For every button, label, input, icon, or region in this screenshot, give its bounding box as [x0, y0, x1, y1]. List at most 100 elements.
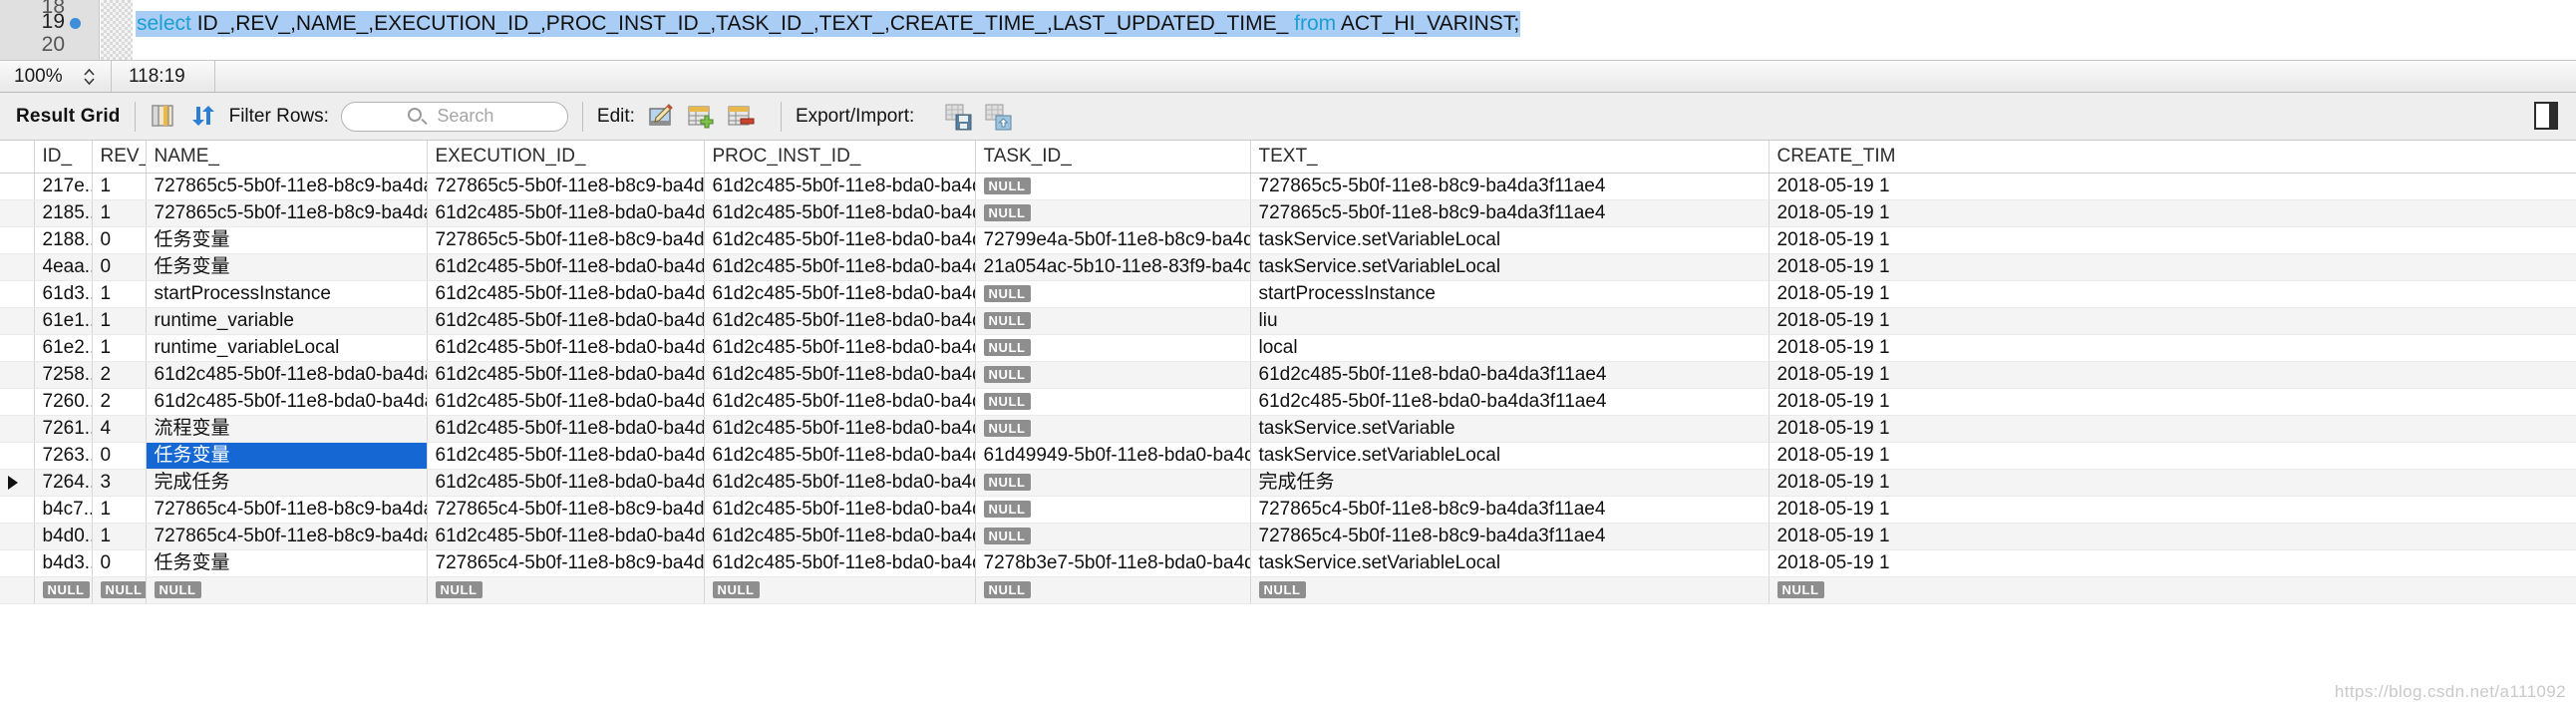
- cell-task-id[interactable]: 72799e4a-5b0f-11e8-b8c9-ba4da3f11ae4: [975, 226, 1251, 254]
- export-recordset-icon[interactable]: [944, 103, 974, 131]
- row-marker-cell[interactable]: [0, 361, 35, 389]
- cell-name-selected[interactable]: 任务变量: [146, 442, 428, 470]
- cell-rev[interactable]: 1: [92, 307, 147, 335]
- cell-task-id[interactable]: NULL: [975, 334, 1251, 362]
- result-grid[interactable]: ID_ REV_ NAME_ EXECUTION_ID_ PROC_INST_I…: [0, 141, 2576, 710]
- table-row[interactable]: b4c7...1727865c4-5b0f-11e8-b8c9-ba4da3f1…: [0, 496, 2576, 524]
- cell-id[interactable]: 7258...: [34, 361, 93, 389]
- cell-id[interactable]: NULL: [34, 576, 93, 604]
- sql-statement-line[interactable]: select ID_,REV_,NAME_,EXECUTION_ID_,PROC…: [136, 11, 1521, 37]
- cell-execution-id[interactable]: 61d2c485-5b0f-11e8-bda0-ba4da3f11ae4: [427, 280, 705, 308]
- cell-id[interactable]: 2185...: [34, 199, 93, 227]
- cell-execution-id[interactable]: 61d2c485-5b0f-11e8-bda0-ba4da3f11ae4: [427, 253, 705, 281]
- cell-id[interactable]: 61d3...: [34, 280, 93, 308]
- cell-rev[interactable]: 1: [92, 334, 147, 362]
- grid-view-icon[interactable]: [150, 103, 179, 131]
- cell-text[interactable]: startProcessInstance: [1250, 280, 1770, 308]
- cell-name[interactable]: 任务变量: [146, 226, 428, 254]
- cell-execution-id[interactable]: 61d2c485-5b0f-11e8-bda0-ba4da3f11ae4: [427, 469, 705, 497]
- cell-execution-id[interactable]: NULL: [427, 576, 705, 604]
- cell-task-id[interactable]: NULL: [975, 173, 1251, 200]
- cell-text[interactable]: 727865c5-5b0f-11e8-b8c9-ba4da3f11ae4: [1250, 199, 1770, 227]
- cell-rev[interactable]: 4: [92, 415, 147, 443]
- cell-rev[interactable]: 1: [92, 173, 147, 200]
- cell-create-time[interactable]: 2018-05-19 1: [1769, 334, 2576, 362]
- cell-name[interactable]: NULL: [146, 576, 428, 604]
- cell-text[interactable]: liu: [1250, 307, 1770, 335]
- cell-task-id[interactable]: NULL: [975, 388, 1251, 416]
- table-row[interactable]: 7258...261d2c485-5b0f-11e8-bda0-ba4da3f1…: [0, 361, 2576, 389]
- cell-text[interactable]: 727865c5-5b0f-11e8-b8c9-ba4da3f11ae4: [1250, 173, 1770, 200]
- cell-rev[interactable]: 0: [92, 253, 147, 281]
- row-marker-cell[interactable]: [0, 442, 35, 470]
- cell-id[interactable]: 7263...: [34, 442, 93, 470]
- row-marker-cell[interactable]: [0, 253, 35, 281]
- cell-name[interactable]: 流程变量: [146, 415, 428, 443]
- cell-execution-id[interactable]: 727865c4-5b0f-11e8-b8c9-ba4da3f11ae4: [427, 549, 705, 577]
- cell-proc-inst-id[interactable]: NULL: [704, 576, 976, 604]
- cell-proc-inst-id[interactable]: 61d2c485-5b0f-11e8-bda0-ba4da3f11ae4: [704, 199, 976, 227]
- column-header-id[interactable]: ID_: [34, 141, 93, 174]
- column-header-task-id[interactable]: TASK_ID_: [975, 141, 1251, 174]
- insert-row-icon[interactable]: [687, 103, 717, 131]
- cell-proc-inst-id[interactable]: 61d2c485-5b0f-11e8-bda0-ba4da3f11ae4: [704, 496, 976, 524]
- table-row[interactable]: 2188...0任务变量727865c5-5b0f-11e8-b8c9-ba4d…: [0, 226, 2576, 254]
- cell-name[interactable]: 61d2c485-5b0f-11e8-bda0-ba4da3f11ae4_rL: [146, 361, 428, 389]
- cell-text[interactable]: taskService.setVariableLocal: [1250, 442, 1770, 470]
- column-header-name[interactable]: NAME_: [146, 141, 428, 174]
- cell-text[interactable]: 完成任务: [1250, 469, 1770, 497]
- edit-row-icon[interactable]: [647, 103, 677, 131]
- sql-editor[interactable]: 18 19 20 select ID_,REV_,NAME_,EXECUTION…: [0, 0, 2576, 60]
- cell-rev[interactable]: 1: [92, 199, 147, 227]
- column-header-rev[interactable]: REV_: [92, 141, 147, 174]
- cell-create-time[interactable]: 2018-05-19 1: [1769, 361, 2576, 389]
- cell-create-time[interactable]: 2018-05-19 1: [1769, 199, 2576, 227]
- cell-task-id[interactable]: 7278b3e7-5b0f-11e8-bda0-ba4da3f11ae4: [975, 549, 1251, 577]
- cell-execution-id[interactable]: 61d2c485-5b0f-11e8-bda0-ba4da3f11ae4: [427, 442, 705, 470]
- cell-execution-id[interactable]: 727865c4-5b0f-11e8-b8c9-ba4da3f11ae4: [427, 496, 705, 524]
- row-marker-cell[interactable]: [0, 334, 35, 362]
- toggle-right-panel-icon[interactable]: [2534, 102, 2558, 130]
- cell-text[interactable]: local: [1250, 334, 1770, 362]
- cell-task-id[interactable]: NULL: [975, 469, 1251, 497]
- cell-proc-inst-id[interactable]: 61d2c485-5b0f-11e8-bda0-ba4da3f11ae4: [704, 173, 976, 200]
- table-row[interactable]: 7264...3 完成任务 61d2c485-5b0f-11e8-bda0-ba4d…: [0, 469, 2576, 497]
- cell-text[interactable]: 61d2c485-5b0f-11e8-bda0-ba4da3f11ae4: [1250, 361, 1770, 389]
- cell-rev[interactable]: 0: [92, 549, 147, 577]
- cell-create-time[interactable]: 2018-05-19 1: [1769, 549, 2576, 577]
- cell-name[interactable]: 任务变量: [146, 253, 428, 281]
- cell-task-id[interactable]: NULL: [975, 496, 1251, 524]
- cell-id[interactable]: 7264...: [34, 469, 93, 497]
- cell-task-id[interactable]: NULL: [975, 523, 1251, 550]
- cell-task-id[interactable]: NULL: [975, 415, 1251, 443]
- cell-id[interactable]: 7261...: [34, 415, 93, 443]
- zoom-stepper-icon[interactable]: [81, 64, 97, 90]
- search-input[interactable]: Search: [340, 101, 568, 132]
- cell-proc-inst-id[interactable]: 61d2c485-5b0f-11e8-bda0-ba4da3f11ae4: [704, 442, 976, 470]
- cell-rev[interactable]: 3: [92, 469, 147, 497]
- cell-execution-id[interactable]: 727865c5-5b0f-11e8-b8c9-ba4da3f11ae4: [427, 226, 705, 254]
- row-marker-cell[interactable]: [0, 388, 35, 416]
- cell-task-id[interactable]: 21a054ac-5b10-11e8-83f9-ba4da3f11ae4: [975, 253, 1251, 281]
- cell-id[interactable]: 2188...: [34, 226, 93, 254]
- cell-proc-inst-id[interactable]: 61d2c485-5b0f-11e8-bda0-ba4da3f11ae4: [704, 361, 976, 389]
- cell-create-time[interactable]: 2018-05-19 1: [1769, 253, 2576, 281]
- cell-proc-inst-id[interactable]: 61d2c485-5b0f-11e8-bda0-ba4da3f11ae4: [704, 307, 976, 335]
- cell-execution-id[interactable]: 61d2c485-5b0f-11e8-bda0-ba4da3f11ae4: [427, 388, 705, 416]
- row-marker-cell[interactable]: [0, 549, 35, 577]
- cell-execution-id[interactable]: 61d2c485-5b0f-11e8-bda0-ba4da3f11ae4: [427, 199, 705, 227]
- table-row[interactable]: 7260...261d2c485-5b0f-11e8-bda0-ba4da3f1…: [0, 388, 2576, 416]
- cell-create-time[interactable]: 2018-05-19 1: [1769, 469, 2576, 497]
- cell-proc-inst-id[interactable]: 61d2c485-5b0f-11e8-bda0-ba4da3f11ae4: [704, 226, 976, 254]
- table-row[interactable]: NULL NULL NULL NULL NULL NULL NULL NULL: [0, 576, 2576, 604]
- cell-rev[interactable]: 0: [92, 226, 147, 254]
- cell-name[interactable]: 727865c4-5b0f-11e8-b8c9-ba4da3f11ae4_r: [146, 523, 428, 550]
- table-row[interactable]: 61e2...1runtime_variableLocal61d2c485-5b…: [0, 334, 2576, 362]
- row-marker-cell[interactable]: [0, 199, 35, 227]
- table-row[interactable]: 2185...1 727865c5-5b0f-11e8-b8c9-ba4da3f1…: [0, 199, 2576, 227]
- cell-id[interactable]: b4c7...: [34, 496, 93, 524]
- table-row[interactable]: b4d3...0任务变量727865c4-5b0f-11e8-b8c9-ba4d…: [0, 549, 2576, 577]
- cell-execution-id[interactable]: 61d2c485-5b0f-11e8-bda0-ba4da3f11ae4: [427, 415, 705, 443]
- cell-create-time[interactable]: 2018-05-19 1: [1769, 226, 2576, 254]
- row-marker-cell[interactable]: [0, 173, 35, 200]
